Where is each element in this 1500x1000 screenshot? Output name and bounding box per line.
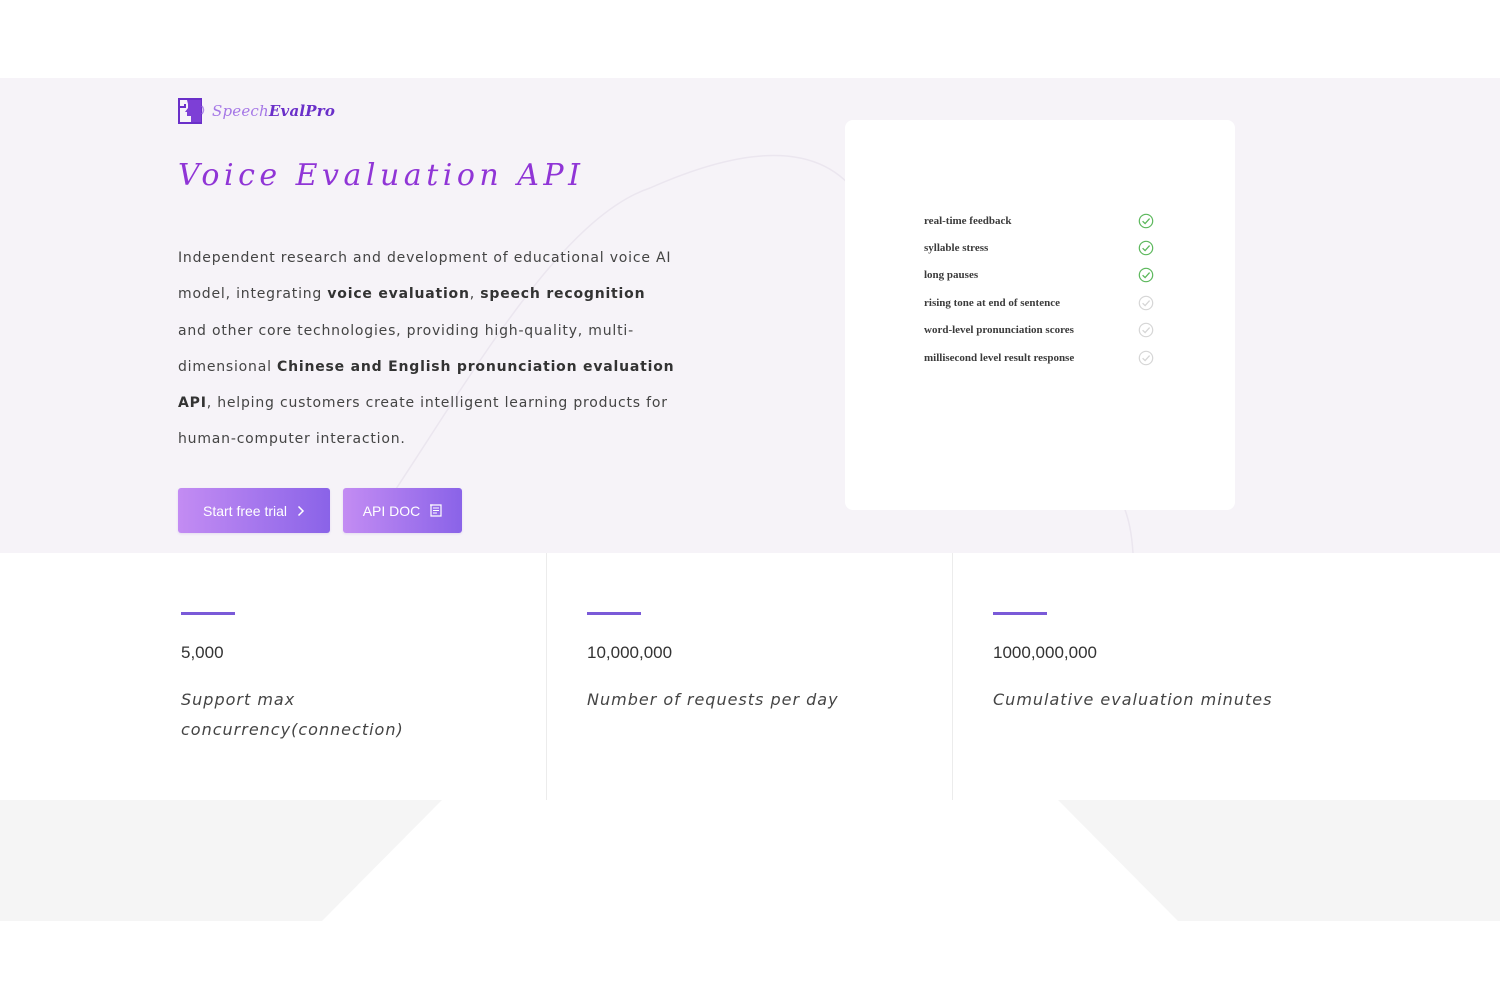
speaker-head-icon bbox=[178, 98, 206, 124]
hero-desc-text-4: , helping customers create intelligent l… bbox=[178, 395, 668, 448]
stats-section: 5,000 Support max concurrency(connection… bbox=[0, 553, 1500, 800]
brand-name: SpeechEvalPro bbox=[212, 102, 335, 120]
stat-caption: Number of requests per day bbox=[587, 690, 839, 709]
stat-value: 10,000,000 bbox=[587, 643, 673, 662]
feature-list: real-time feedback syllable stress long … bbox=[924, 207, 1154, 371]
feature-item-word-level-scores: word-level pronunciation scores bbox=[924, 317, 1154, 344]
page-title: Voice Evaluation API bbox=[178, 158, 585, 193]
feature-item-realtime-feedback: real-time feedback bbox=[924, 207, 1154, 234]
check-circle-icon bbox=[1138, 295, 1154, 311]
stat-caption: Cumulative evaluation minutes bbox=[993, 690, 1273, 709]
page: SpeechEvalPro Voice Evaluation API Indep… bbox=[0, 0, 1500, 1000]
feature-label: word-level pronunciation scores bbox=[924, 324, 1074, 337]
feature-card: real-time feedback syllable stress long … bbox=[845, 120, 1235, 510]
feature-label: rising tone at end of sentence bbox=[924, 296, 1060, 309]
check-circle-icon bbox=[1138, 322, 1154, 338]
api-doc-button[interactable]: API DOC bbox=[343, 488, 462, 533]
brand-name-part1: Speech bbox=[212, 102, 269, 120]
check-circle-icon bbox=[1138, 240, 1154, 256]
stat-divider bbox=[546, 553, 547, 800]
feature-label: long pauses bbox=[924, 269, 979, 282]
check-circle-icon bbox=[1138, 350, 1154, 366]
hero-desc-text-2: , bbox=[469, 286, 481, 303]
hero-desc-bold-1: voice evaluation bbox=[327, 286, 470, 303]
feature-label: millisecond level result response bbox=[924, 351, 1075, 364]
feature-label: real-time feedback bbox=[924, 214, 1012, 227]
brand-logo[interactable]: SpeechEvalPro bbox=[178, 98, 335, 124]
hero-description: Independent research and development of … bbox=[178, 240, 678, 458]
bottom-decoration-band bbox=[0, 800, 1500, 921]
feature-item-long-pauses: long pauses bbox=[924, 262, 1154, 289]
stat-divider bbox=[952, 553, 953, 800]
start-free-trial-button[interactable]: Start free trial bbox=[178, 488, 330, 533]
stat-accent-bar bbox=[181, 612, 235, 615]
stat-value: 5,000 bbox=[181, 643, 224, 662]
chevron-right-icon bbox=[297, 505, 305, 517]
feature-item-syllable-stress: syllable stress bbox=[924, 234, 1154, 261]
api-doc-label: API DOC bbox=[362, 502, 421, 519]
check-circle-icon bbox=[1138, 267, 1154, 283]
stat-accent-bar bbox=[587, 612, 641, 615]
stat-value: 1000,000,000 bbox=[993, 643, 1097, 662]
start-free-trial-label: Start free trial bbox=[202, 502, 288, 519]
hero-section: SpeechEvalPro Voice Evaluation API Indep… bbox=[0, 78, 1500, 553]
check-circle-icon bbox=[1138, 213, 1154, 229]
feature-label: syllable stress bbox=[924, 242, 989, 255]
feature-item-millisecond-response: millisecond level result response bbox=[924, 344, 1154, 371]
stat-caption: Support max concurrency(connection) bbox=[181, 690, 404, 739]
brand-name-part2: EvalPro bbox=[268, 102, 336, 120]
document-icon bbox=[430, 504, 442, 517]
hero-desc-bold-2: speech recognition bbox=[480, 286, 646, 303]
stat-accent-bar bbox=[993, 612, 1047, 615]
feature-item-rising-tone: rising tone at end of sentence bbox=[924, 289, 1154, 316]
